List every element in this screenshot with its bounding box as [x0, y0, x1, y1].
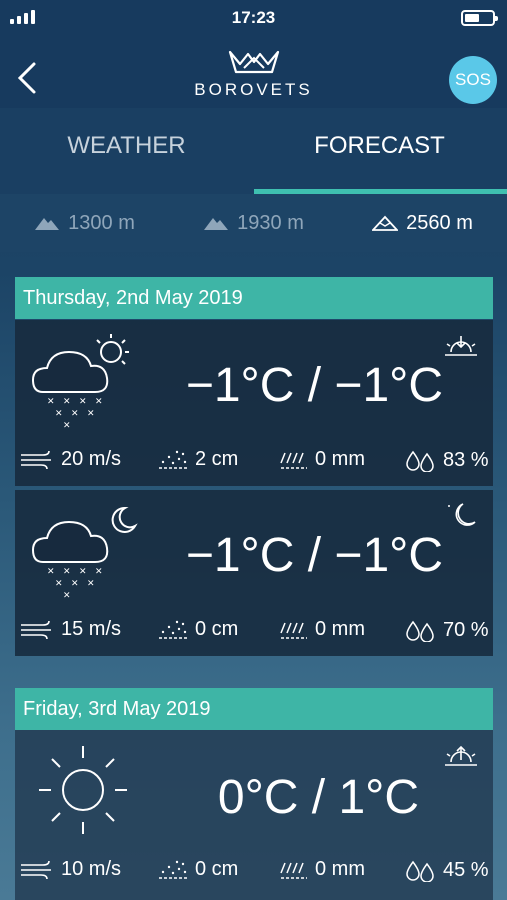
rain-value: 0 mm: [315, 858, 365, 880]
svg-text:✕: ✕: [63, 421, 71, 430]
crown-icon: [228, 50, 279, 74]
humidity-icon: [406, 620, 434, 642]
svg-text:✕: ✕: [71, 409, 79, 419]
sun-icon: [35, 742, 131, 842]
wind-stat: 20 m/s: [19, 448, 121, 471]
wind-value: 20 m/s: [61, 448, 122, 470]
cloud-sun-snow-icon: ✕ ✕ ✕ ✕ ✕ ✕ ✕ ✕: [29, 330, 139, 434]
rain-value: 0 mm: [315, 448, 365, 470]
snow-depth-icon: [159, 450, 187, 469]
snow-stat: 0 cm: [157, 618, 238, 641]
wind-stat: 15 m/s: [19, 618, 121, 641]
status-time: 17:23: [231, 8, 276, 27]
svg-text:✕: ✕: [87, 579, 95, 589]
tab-weather[interactable]: WEATHER: [0, 132, 253, 160]
humidity-icon: [406, 860, 434, 882]
altitude-label: 2560 m: [406, 211, 473, 234]
rain-stat: 0 mm: [279, 858, 365, 881]
borovets-logo: BOROVETS: [0, 48, 507, 100]
svg-text:✕: ✕: [87, 409, 95, 419]
temperature-range: 0°C / 1°C: [217, 771, 419, 824]
app-header: BOROVETS SOS: [0, 36, 507, 108]
day-header: Friday, 3rd May 2019: [15, 688, 493, 730]
altitude-2560[interactable]: 2560 m: [338, 194, 507, 252]
humidity-value: 83 %: [443, 448, 489, 471]
rain-stat: 0 mm: [279, 618, 365, 641]
sunset-icon: [441, 330, 481, 364]
altitude-1930[interactable]: 1930 m: [169, 194, 338, 252]
sunrise-icon: [441, 740, 481, 774]
altitude-selector: 1300 m 1930 m 2560 m: [0, 194, 507, 252]
rain-stat: 0 mm: [279, 448, 365, 471]
altitude-label: 1930 m: [237, 211, 304, 234]
rain-value: 0 mm: [315, 618, 365, 640]
status-bar: 17:23: [0, 0, 507, 36]
svg-text:✕: ✕: [79, 397, 87, 407]
snow-value: 0 cm: [195, 858, 239, 880]
mountain-icon: [372, 215, 399, 231]
svg-text:✕: ✕: [95, 567, 103, 577]
altitude-1300[interactable]: 1300 m: [0, 194, 169, 252]
tab-forecast[interactable]: FORECAST: [253, 132, 506, 160]
battery-icon: [461, 10, 498, 26]
svg-text:✕: ✕: [71, 579, 79, 589]
moon-icon: [441, 500, 481, 534]
wind-icon: [21, 860, 51, 879]
mountain-icon: [204, 218, 229, 230]
svg-text:✕: ✕: [55, 409, 63, 419]
cloud-moon-snow-icon: ✕ ✕ ✕ ✕ ✕ ✕ ✕ ✕: [29, 500, 139, 604]
wind-icon: [21, 450, 51, 469]
svg-text:✕: ✕: [47, 397, 55, 407]
humidity-stat: 70 %: [403, 618, 489, 642]
svg-text:✕: ✕: [55, 579, 63, 589]
svg-text:✕: ✕: [79, 567, 87, 577]
wind-value: 15 m/s: [61, 618, 122, 640]
snow-depth-icon: [159, 620, 187, 639]
svg-text:✕: ✕: [47, 567, 55, 577]
forecast-card: 0°C / 1°C 10 m/s 0 cm 0 mm 45 %: [15, 730, 493, 900]
snow-value: 2 cm: [195, 448, 239, 470]
svg-text:✕: ✕: [63, 567, 71, 577]
forecast-card: ✕ ✕ ✕ ✕ ✕ ✕ ✕ ✕ −1°C / −1°C 15 m/s 0 cm 0 mm …: [15, 490, 493, 656]
humidity-icon: [406, 450, 434, 472]
tab-bar: WEATHER FORECAST: [0, 108, 507, 194]
snow-depth-icon: [159, 860, 187, 879]
forecast-card: ✕ ✕ ✕ ✕ ✕ ✕ ✕ ✕ −1°C / −1°C 20 m/s 2 cm 0 mm …: [15, 320, 493, 486]
snow-stat: 0 cm: [157, 858, 238, 881]
rain-icon: [280, 862, 307, 879]
wind-stat: 10 m/s: [19, 858, 121, 881]
humidity-value: 70 %: [443, 618, 489, 641]
day-header: Thursday, 2nd May 2019: [15, 277, 493, 319]
logo-text: BOROVETS: [194, 80, 313, 99]
rain-icon: [280, 452, 307, 469]
snow-stat: 2 cm: [157, 448, 238, 471]
rain-icon: [280, 622, 307, 639]
humidity-stat: 83 %: [403, 448, 489, 472]
temperature-range: −1°C / −1°C: [185, 359, 443, 412]
svg-text:✕: ✕: [63, 591, 71, 600]
temperature-range: −1°C / −1°C: [185, 529, 443, 582]
humidity-stat: 45 %: [403, 858, 489, 882]
snow-value: 0 cm: [195, 618, 239, 640]
svg-text:✕: ✕: [63, 397, 71, 407]
wind-icon: [21, 620, 51, 639]
sos-button[interactable]: SOS: [449, 56, 497, 104]
wind-value: 10 m/s: [61, 858, 122, 880]
svg-text:✕: ✕: [95, 397, 103, 407]
altitude-label: 1300 m: [68, 211, 135, 234]
mountain-icon: [35, 218, 60, 230]
humidity-value: 45 %: [443, 858, 489, 881]
